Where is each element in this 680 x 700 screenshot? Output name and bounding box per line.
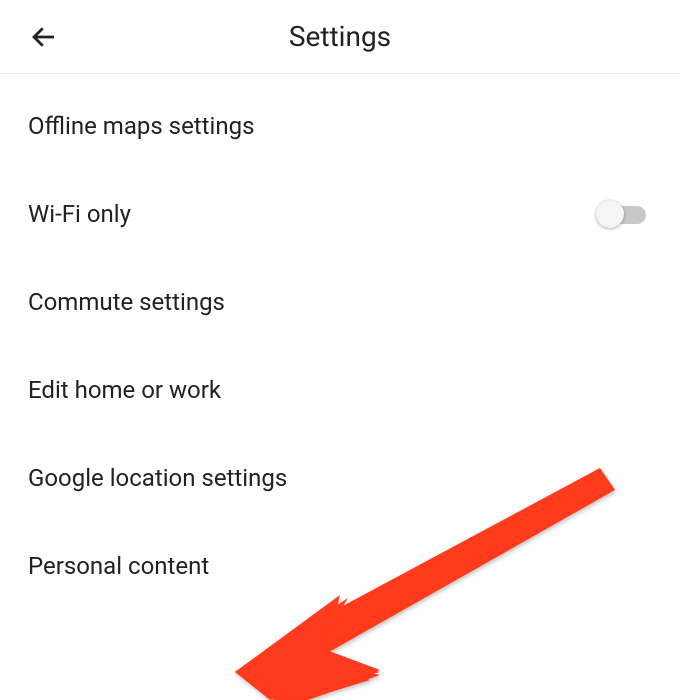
settings-item-personal-content[interactable]: Personal content	[0, 522, 680, 610]
settings-item-label: Offline maps settings	[28, 112, 254, 140]
settings-item-edit-home-work[interactable]: Edit home or work	[0, 346, 680, 434]
settings-item-wifi-only[interactable]: Wi-Fi only	[0, 170, 680, 258]
header: Settings	[0, 0, 680, 74]
settings-item-offline-maps[interactable]: Offline maps settings	[0, 82, 680, 170]
settings-item-google-location[interactable]: Google location settings	[0, 434, 680, 522]
settings-item-label: Commute settings	[28, 288, 225, 316]
settings-item-label: Wi-Fi only	[28, 200, 131, 228]
settings-item-label: Personal content	[28, 552, 209, 580]
settings-item-commute[interactable]: Commute settings	[0, 258, 680, 346]
toggle-thumb	[596, 200, 624, 228]
settings-list: Offline maps settings Wi-Fi only Commute…	[0, 74, 680, 610]
settings-item-label: Edit home or work	[28, 376, 221, 404]
wifi-only-toggle[interactable]	[596, 204, 652, 224]
back-button[interactable]	[20, 13, 68, 61]
back-arrow-icon	[29, 22, 59, 52]
page-title: Settings	[289, 20, 391, 53]
settings-item-label: Google location settings	[28, 464, 287, 492]
